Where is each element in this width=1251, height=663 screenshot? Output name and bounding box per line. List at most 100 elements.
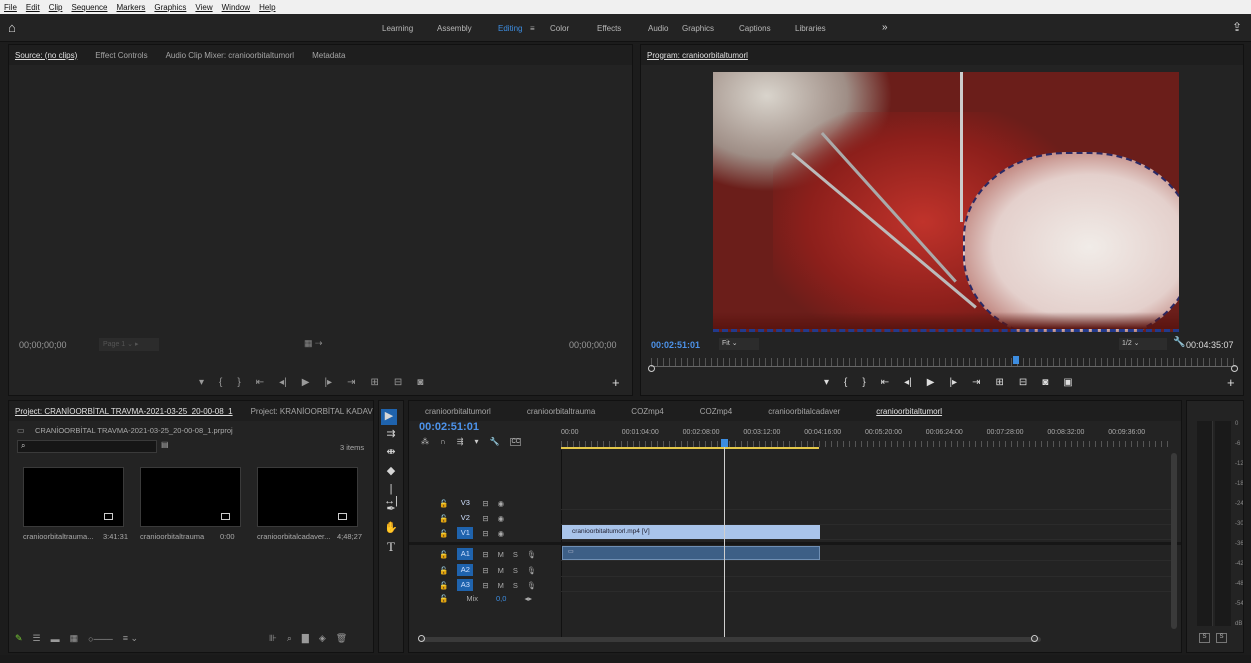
workspace-tab-assembly[interactable]: Assembly	[437, 24, 472, 33]
track-target-a2[interactable]: A2	[457, 564, 474, 576]
eye-icon[interactable]: ◉	[498, 529, 505, 538]
go-out-icon[interactable]: ⇥	[347, 377, 355, 388]
mute-button[interactable]: M	[498, 550, 504, 559]
linked-selection-icon[interactable]: ⇶	[457, 437, 464, 446]
add-marker-icon[interactable]: ▾	[474, 437, 478, 446]
sync-lock-icon[interactable]: ⊟	[482, 529, 488, 538]
workspace-tab-learning[interactable]: Learning	[382, 24, 413, 33]
lock-icon[interactable]: 🔓	[439, 581, 448, 590]
workspace-tab-libraries[interactable]: Libraries	[795, 24, 826, 33]
output-icon[interactable]: ▦ ⇢	[304, 338, 323, 349]
sync-lock-icon[interactable]: ⊟	[482, 514, 488, 523]
program-playhead[interactable]	[1013, 356, 1019, 364]
list-view-icon[interactable]: ☰	[33, 633, 41, 644]
mark-out-icon[interactable]: }	[237, 377, 240, 388]
ripple-edit-tool-icon[interactable]: ⇼	[383, 445, 399, 461]
step-back-icon[interactable]: ◂|	[279, 377, 287, 388]
camera-icon[interactable]: ◙	[417, 377, 423, 388]
compare-icon[interactable]: ▣	[1063, 377, 1072, 388]
track-lane[interactable]	[561, 562, 1171, 577]
hscroll-handle-left[interactable]	[418, 635, 425, 642]
sync-lock-icon[interactable]: ⊟	[482, 499, 488, 508]
menu-item-file[interactable]: File	[4, 3, 17, 12]
menu-item-help[interactable]: Help	[259, 3, 275, 12]
captions-icon[interactable]: CC	[510, 437, 522, 446]
step-forward-icon[interactable]: |▸	[949, 377, 957, 388]
zoom-slider[interactable]: ○───	[88, 634, 113, 644]
sync-lock-icon[interactable]: ⊟	[482, 581, 488, 590]
mix-value[interactable]: 0,0	[496, 594, 506, 603]
snap-icon[interactable]: ∩	[440, 437, 446, 446]
hand-tool-icon[interactable]: ✋	[383, 521, 399, 537]
timeline-tab-2[interactable]: COZmp4	[631, 407, 663, 416]
solo-right-button[interactable]: S	[1216, 633, 1227, 643]
mute-button[interactable]: M	[498, 566, 504, 575]
razor-tool-icon[interactable]: ◆	[383, 464, 399, 480]
resolution-select[interactable]: 1/2 ⌄	[1119, 338, 1167, 350]
program-scrubber[interactable]	[651, 358, 1236, 367]
eye-icon[interactable]: ◉	[498, 499, 505, 508]
timeline-horizontal-scrollbar[interactable]	[421, 637, 1041, 642]
source-tab-2[interactable]: Audio Clip Mixer: cranioorbitaltumorl	[166, 51, 295, 60]
lift-icon[interactable]: ⊞	[995, 377, 1003, 388]
mic-icon[interactable]: 🎙	[527, 550, 537, 559]
workspace-tab-graphics[interactable]: Graphics	[682, 24, 714, 33]
go-out-icon[interactable]: ⇥	[972, 377, 980, 388]
menu-item-clip[interactable]: Clip	[49, 3, 63, 12]
timeline-playhead-line[interactable]	[724, 441, 725, 639]
project-item-thumbnail[interactable]	[257, 467, 358, 527]
solo-button[interactable]: S	[513, 581, 518, 590]
track-select-tool-icon[interactable]: ⇉	[383, 427, 399, 443]
timeline-tab-4[interactable]: cranioorbitalcadaver	[768, 407, 840, 416]
track-lane[interactable]	[561, 510, 1171, 525]
step-forward-icon[interactable]: |▸	[324, 377, 332, 388]
solo-left-button[interactable]: S	[1199, 633, 1210, 643]
workspace-tab-captions[interactable]: Captions	[739, 24, 771, 33]
source-tab-1[interactable]: Effect Controls	[95, 51, 147, 60]
workspace-menu-icon[interactable]: ≡	[530, 24, 535, 33]
track-lane[interactable]	[561, 495, 1171, 510]
sync-lock-icon[interactable]: ⊟	[482, 566, 488, 575]
sort-icon[interactable]: ≡ ⌄	[123, 633, 138, 644]
timeline-timecode[interactable]: 00:02:51:01	[419, 421, 479, 433]
fit-select[interactable]: Fit ⌄	[719, 338, 759, 350]
add-button-icon[interactable]: +	[612, 375, 620, 390]
project-tab-0[interactable]: Project: CRANİOORBİTAL TRAVMA-2021-03-25…	[15, 407, 233, 416]
mic-icon[interactable]: 🎙	[527, 566, 537, 575]
add-button-icon[interactable]: +	[1227, 375, 1235, 390]
menu-item-edit[interactable]: Edit	[26, 3, 40, 12]
program-zoom-handle-left[interactable]	[648, 365, 655, 372]
menu-item-markers[interactable]: Markers	[117, 3, 146, 12]
go-in-icon[interactable]: ⇤	[881, 377, 889, 388]
solo-button[interactable]: S	[513, 550, 518, 559]
wrench-icon[interactable]: 🔧	[1173, 337, 1185, 348]
program-tab[interactable]: Program: cranioorbitaltumorl	[647, 51, 748, 60]
mix-keyframe-icon[interactable]: ◂▸	[524, 594, 532, 603]
home-icon[interactable]: ⌂	[8, 20, 22, 35]
mark-in-icon[interactable]: {	[844, 377, 847, 388]
pen-tool-icon[interactable]: ✒	[383, 502, 399, 518]
program-timecode-current[interactable]: 00:02:51:01	[651, 340, 700, 350]
pencil-icon[interactable]: ✎	[15, 633, 23, 644]
program-zoom-handle-right[interactable]	[1231, 365, 1238, 372]
lock-icon[interactable]: 🔓	[439, 594, 448, 603]
source-tab-0[interactable]: Source: (no clips)	[15, 51, 77, 60]
slip-tool-icon[interactable]: |↔|	[383, 483, 399, 507]
step-back-icon[interactable]: ◂|	[904, 377, 912, 388]
go-in-icon[interactable]: ⇤	[256, 377, 264, 388]
solo-button[interactable]: S	[513, 566, 518, 575]
menu-item-sequence[interactable]: Sequence	[71, 3, 107, 12]
selection-tool-icon[interactable]: ▶	[381, 409, 397, 425]
type-tool-icon[interactable]: T	[383, 539, 399, 555]
new-bin-icon[interactable]: ▤	[161, 440, 169, 449]
timeline-tab-3[interactable]: COZmp4	[700, 407, 732, 416]
insert-icon[interactable]: ⊞	[370, 377, 378, 388]
new-bin-icon[interactable]: ▇	[302, 633, 309, 644]
settings-wrench-icon[interactable]: 🔧	[489, 437, 499, 446]
track-target-v1[interactable]: V1	[457, 527, 474, 539]
workspace-tab-audio[interactable]: Audio	[648, 24, 668, 33]
menu-item-graphics[interactable]: Graphics	[154, 3, 186, 12]
lock-icon[interactable]: 🔓	[439, 566, 448, 575]
menu-item-window[interactable]: Window	[222, 3, 250, 12]
new-item-icon[interactable]: ◈	[319, 633, 326, 644]
